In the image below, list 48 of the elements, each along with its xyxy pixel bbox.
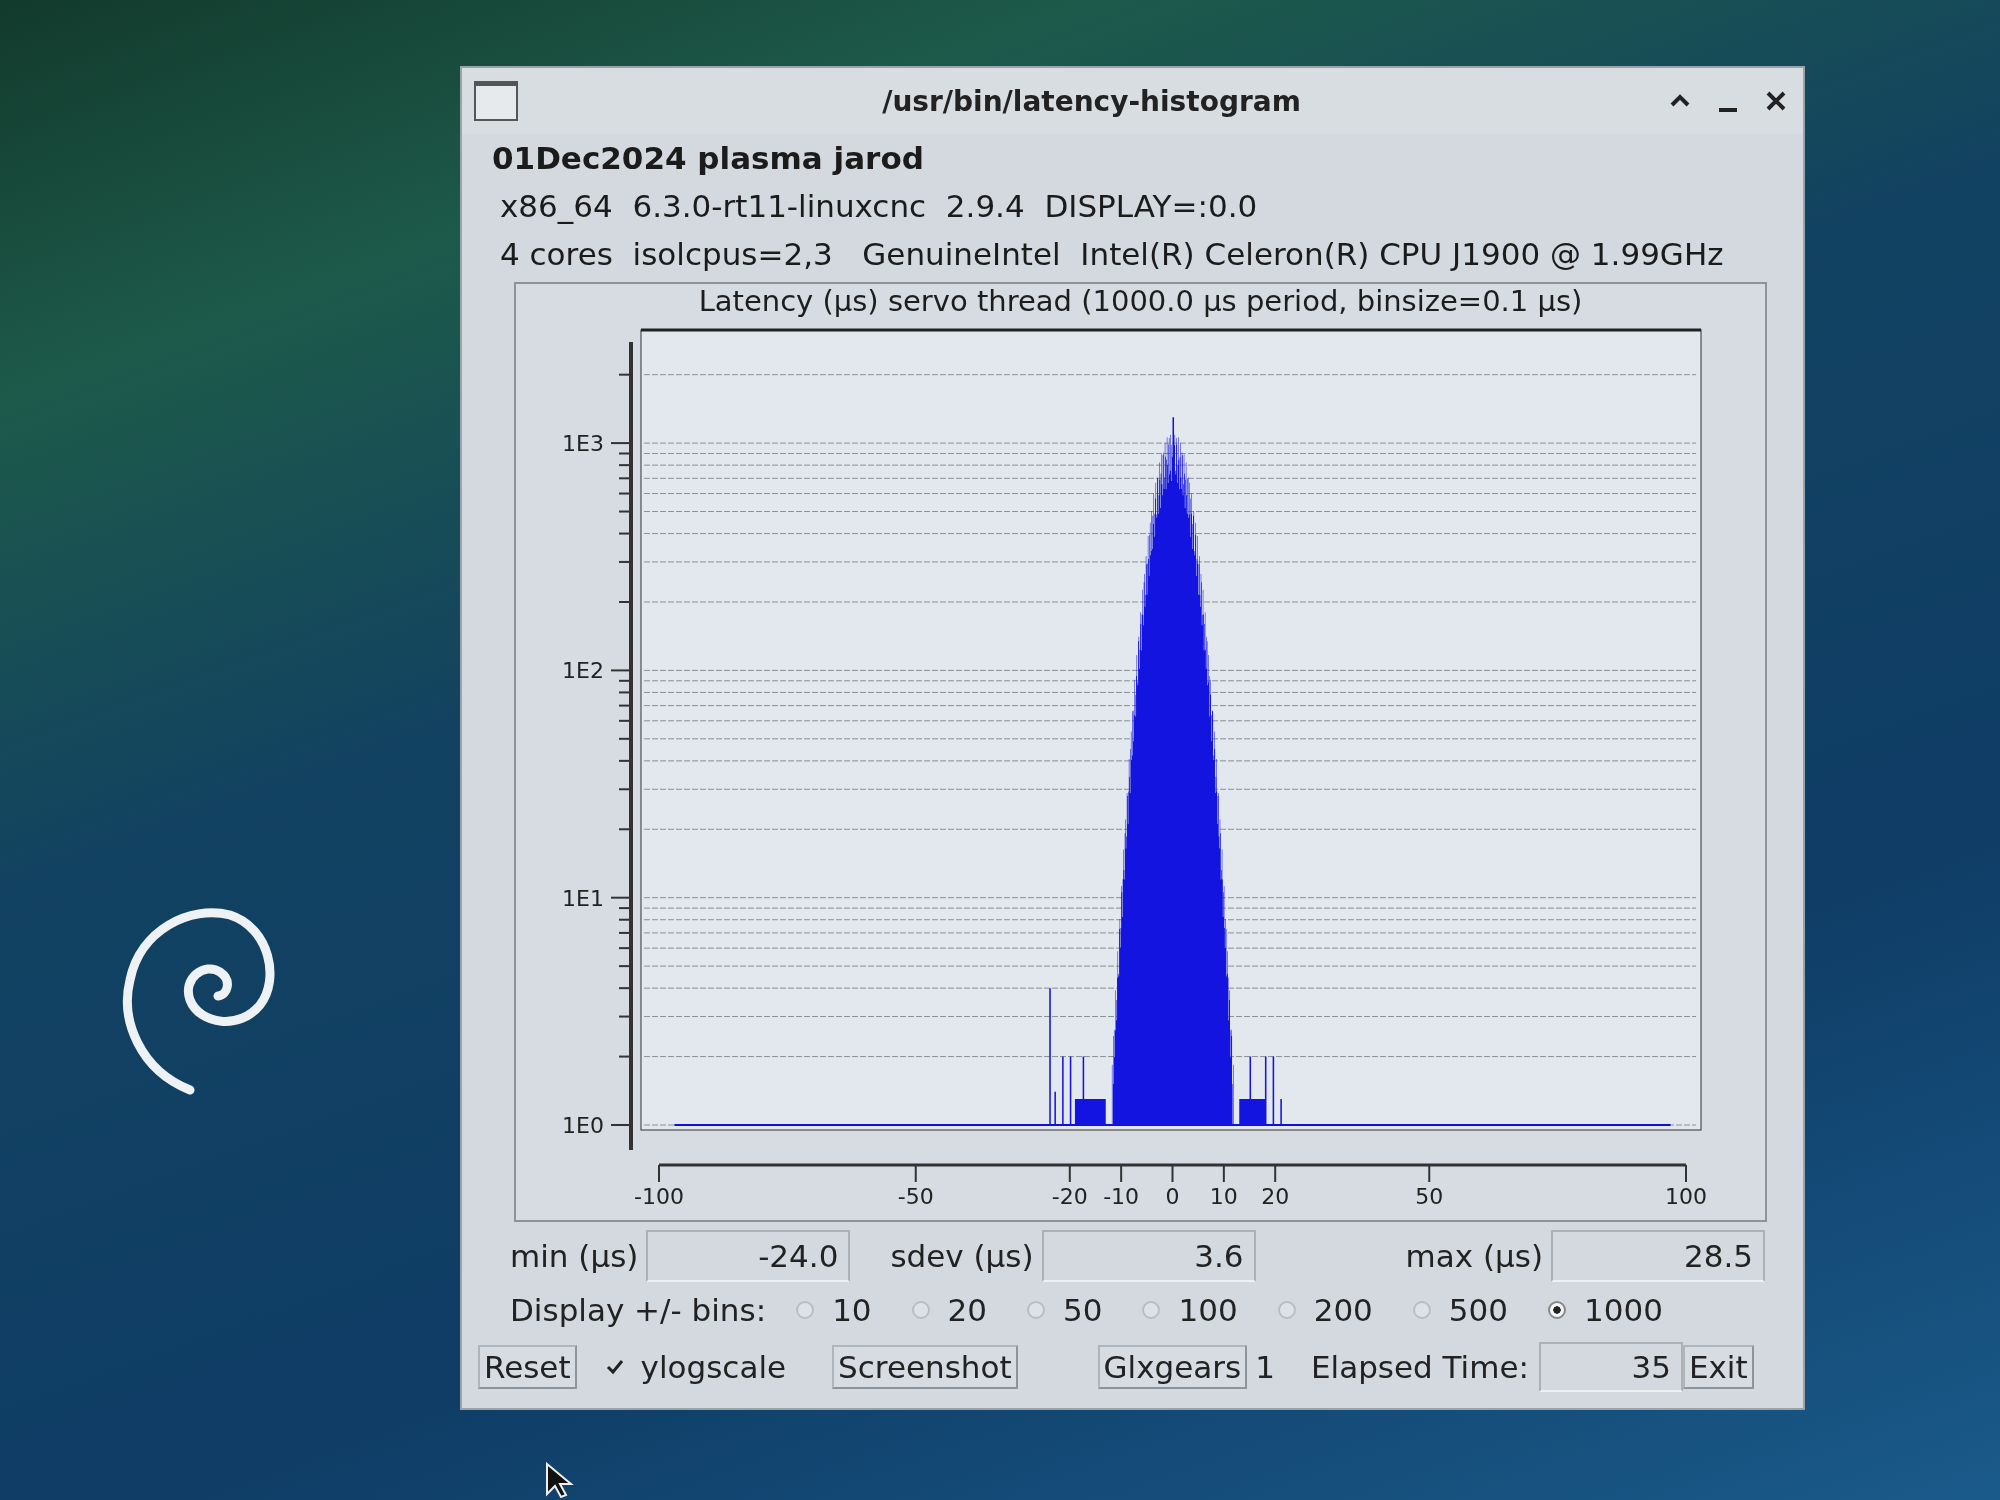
radio-button[interactable] bbox=[1412, 1301, 1431, 1319]
elapsed-time-label: Elapsed Time: bbox=[1310, 1349, 1529, 1385]
radio-label: 100 bbox=[1178, 1292, 1238, 1328]
x-tick-label: 50 bbox=[1415, 1184, 1444, 1209]
x-tick-label: 10 bbox=[1209, 1184, 1238, 1209]
chart-title: Latency (µs) servo thread (1000.0 µs period, binsize=0.1 µs) bbox=[698, 284, 1583, 318]
radio-button[interactable] bbox=[1027, 1301, 1046, 1319]
radio-button[interactable] bbox=[796, 1301, 815, 1319]
y-tick-label: 1E3 bbox=[562, 431, 604, 457]
glxgears-count: 1 bbox=[1255, 1349, 1275, 1385]
elapsed-time-field: 35 bbox=[1538, 1342, 1683, 1392]
window-menu-icon[interactable] bbox=[474, 81, 518, 121]
x-tick-label: 100 bbox=[1665, 1184, 1707, 1209]
radio-button[interactable] bbox=[911, 1301, 930, 1319]
radio-button[interactable] bbox=[1142, 1301, 1161, 1319]
y-tick-label: 1E2 bbox=[562, 658, 604, 684]
x-tick-label: 0 bbox=[1165, 1184, 1180, 1209]
checkbox-label: ylogscale bbox=[640, 1349, 787, 1385]
stat-label: min (µs) bbox=[510, 1238, 639, 1274]
radio-button[interactable] bbox=[1548, 1301, 1566, 1319]
x-tick-label: 20 bbox=[1261, 1184, 1290, 1209]
info-text: 01Dec2024 plasma jarod bbox=[491, 139, 925, 178]
radio-label: 20 bbox=[947, 1292, 988, 1328]
screenshot-button[interactable]: Screenshot bbox=[832, 1345, 1018, 1389]
exit-button[interactable]: Exit bbox=[1682, 1345, 1754, 1389]
glxgears-button[interactable]: Glxgears bbox=[1097, 1345, 1248, 1389]
radio-label: 200 bbox=[1313, 1292, 1373, 1328]
y-tick-label: 1E1 bbox=[562, 885, 604, 911]
x-tick-label: -20 bbox=[1051, 1184, 1088, 1209]
radio-label: 50 bbox=[1063, 1292, 1103, 1328]
stat-value-field: -24.0 bbox=[646, 1230, 851, 1282]
window-title: /usr/bin/latency-histogram bbox=[881, 84, 1302, 118]
stat-label: sdev (µs) bbox=[890, 1238, 1034, 1274]
x-tick-label: -100 bbox=[634, 1184, 684, 1209]
info-text: x86_64 6.3.0-rt11-linuxcnc 2.9.4 DISPLAY=:0.0 bbox=[499, 187, 1259, 226]
stat-value-field: 3.6 bbox=[1041, 1230, 1256, 1282]
radio-label: 10 bbox=[832, 1292, 872, 1328]
x-tick-label: -50 bbox=[897, 1184, 934, 1209]
radio-label: 1000 bbox=[1584, 1292, 1663, 1328]
reset-button[interactable]: Reset bbox=[478, 1345, 577, 1389]
bins-label: Display +/- bins: bbox=[510, 1292, 767, 1328]
radio-button[interactable] bbox=[1277, 1301, 1296, 1319]
stat-value-field: 28.5 bbox=[1551, 1230, 1765, 1282]
stat-label: max (µs) bbox=[1405, 1238, 1543, 1274]
info-text: 4 cores isolcpus=2,3 GenuineIntel Intel(R) Celeron(R) CPU J1900 @ 1.99GHz bbox=[499, 235, 1725, 274]
radio-label: 500 bbox=[1448, 1292, 1508, 1328]
y-tick-label: 1E0 bbox=[562, 1113, 604, 1138]
x-tick-label: -10 bbox=[1103, 1184, 1140, 1209]
